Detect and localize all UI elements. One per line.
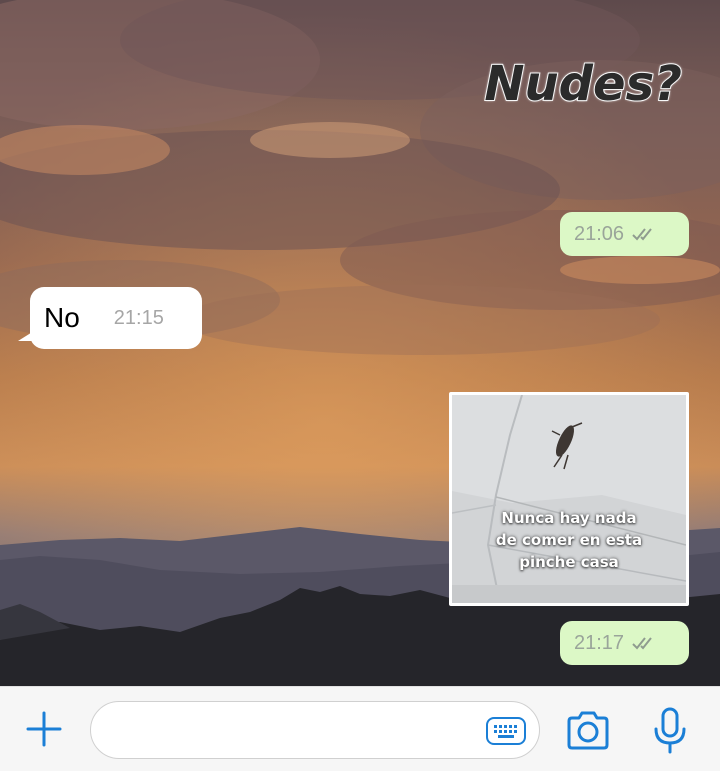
message-time: 21:17 — [574, 631, 625, 654]
outgoing-media-message[interactable]: Nunca hay nada de comer en esta pinche c… — [449, 392, 689, 606]
media-thumbnail: Nunca hay nada de comer en esta pinche c… — [452, 395, 686, 603]
camera-icon — [567, 711, 609, 750]
message-input-bar — [0, 686, 720, 771]
keyboard-icon[interactable] — [485, 716, 527, 746]
plus-icon — [26, 711, 62, 747]
incoming-message-bubble[interactable]: No 21:15 — [18, 287, 202, 349]
message-time: 21:15 — [113, 306, 164, 329]
microphone-icon — [654, 707, 686, 754]
attach-button[interactable] — [24, 709, 64, 749]
microphone-button[interactable] — [652, 707, 688, 755]
camera-button[interactable] — [565, 711, 611, 751]
media-caption: Nunca hay nada de comer en esta pinche c… — [452, 507, 686, 573]
outgoing-message-bubble[interactable]: 21:06 — [560, 212, 689, 256]
read-ticks-icon — [632, 228, 652, 241]
caption-line: pinche casa — [519, 553, 619, 571]
message-input[interactable] — [90, 701, 540, 759]
message-time: 21:06 — [574, 222, 625, 245]
read-ticks-icon — [632, 637, 652, 650]
incoming-message-text: No — [44, 302, 80, 333]
outgoing-message-text[interactable]: Nudes? — [483, 55, 683, 113]
caption-line: Nunca hay nada — [501, 509, 637, 527]
outgoing-message-bubble[interactable]: 21:17 — [560, 621, 689, 665]
caption-line: de comer en esta — [495, 531, 643, 549]
